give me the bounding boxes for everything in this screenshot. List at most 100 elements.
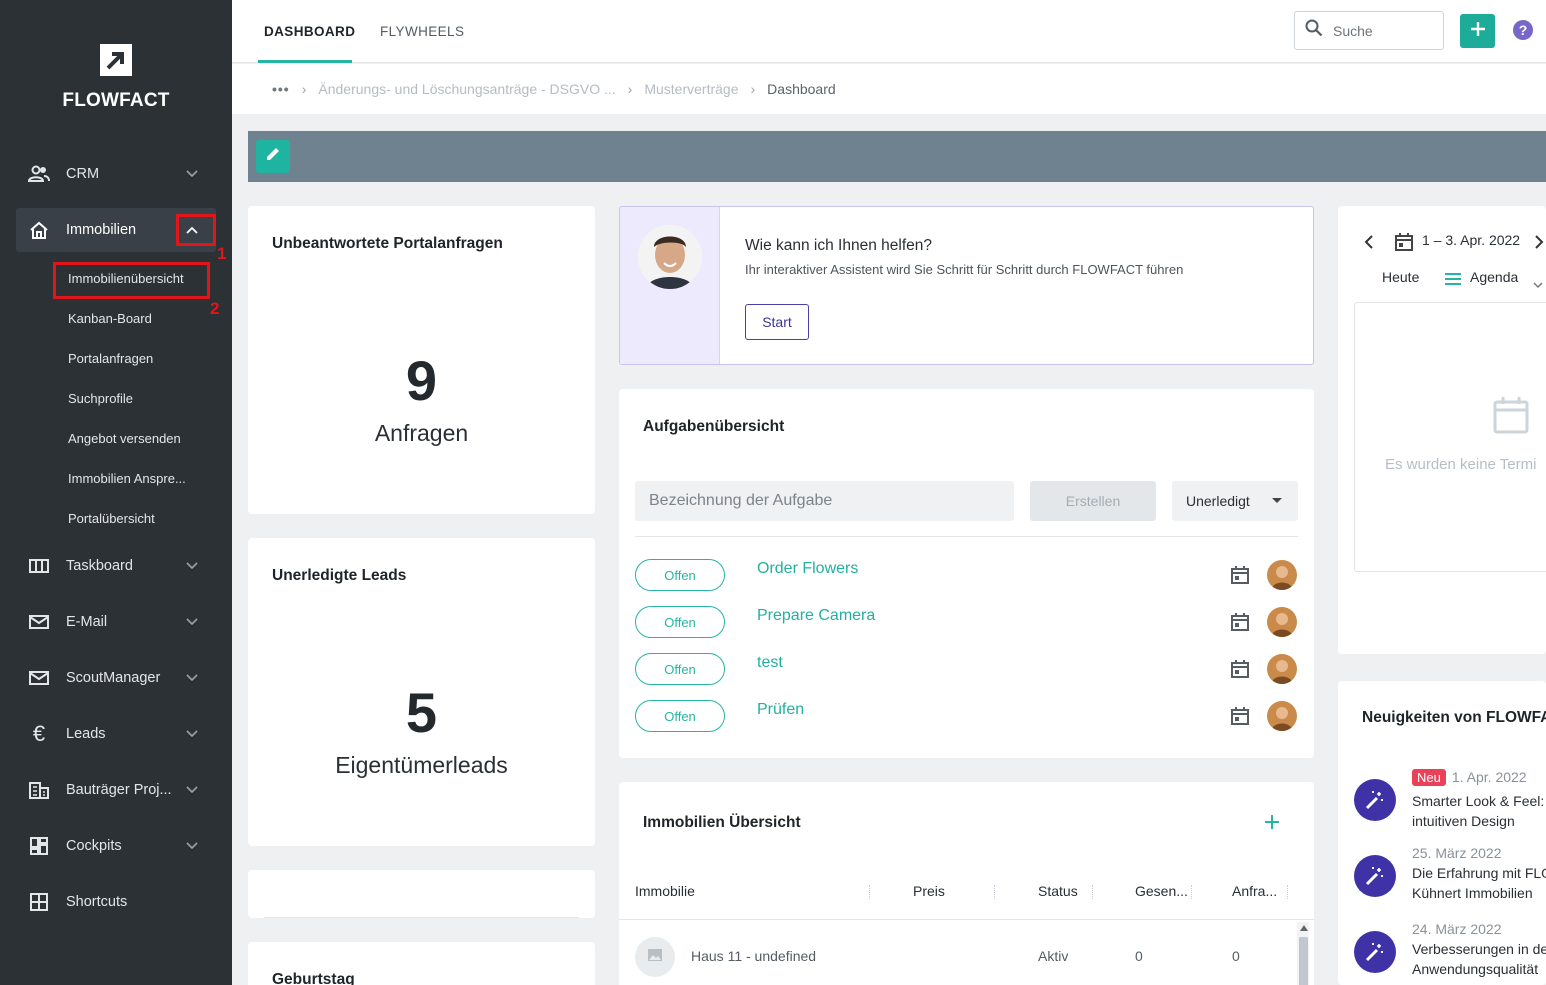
column-resize-handle[interactable] — [1092, 885, 1093, 899]
sidebar-item-shortcuts[interactable]: Shortcuts — [16, 880, 216, 924]
chevron-down-icon[interactable] — [182, 836, 202, 856]
chevron-down-icon[interactable] — [182, 556, 202, 576]
sidebar-item-cockpits[interactable]: Cockpits — [16, 824, 216, 868]
annotation-number-2: 2 — [210, 299, 220, 318]
task-row[interactable]: Offen Prepare Camera — [619, 606, 1314, 640]
property-name[interactable]: Haus 11 - undefined — [691, 948, 816, 964]
column-header-gesendet[interactable]: Gesen... — [1135, 883, 1188, 899]
sidebar-item-label: ScoutManager — [66, 670, 161, 686]
task-row[interactable]: Offen Order Flowers — [619, 559, 1314, 593]
task-name-input[interactable]: Bezeichnung der Aufgabe — [635, 481, 1014, 521]
news-item[interactable]: 25. März 2022 Die Erfahrung mit FLO Kühn… — [1338, 845, 1546, 915]
sidebar-item-label: CRM — [66, 166, 100, 182]
task-name[interactable]: Prüfen — [757, 701, 804, 719]
chevron-down-icon[interactable] — [182, 780, 202, 800]
calendar-icon[interactable] — [1230, 659, 1250, 684]
calendar-icon[interactable] — [1230, 706, 1250, 731]
today-button[interactable]: Heute — [1382, 269, 1419, 285]
portal-requests-card[interactable]: Unbeantwortete Portalanfragen 9 Anfragen — [248, 206, 595, 514]
assignee-avatar[interactable] — [1267, 560, 1297, 590]
property-sent: 0 — [1135, 948, 1143, 964]
properties-card: Immobilien Übersicht Immobilie Preis Sta… — [619, 782, 1314, 985]
news-date-line: Neu 1. Apr. 2022 — [1412, 769, 1527, 786]
edit-button[interactable] — [256, 140, 290, 173]
search-input[interactable] — [1333, 22, 1429, 39]
logo-arrow-icon — [100, 44, 132, 76]
search-box[interactable] — [1294, 11, 1444, 50]
calendar-icon[interactable] — [1230, 612, 1250, 637]
chevron-left-icon[interactable] — [1364, 235, 1374, 254]
breadcrumb-more[interactable]: ••• — [272, 81, 290, 97]
column-header-preis[interactable]: Preis — [913, 883, 945, 899]
tab-dashboard[interactable]: DASHBOARD — [264, 24, 355, 39]
leads-count: 5 — [405, 681, 438, 744]
chevron-down-icon[interactable] — [182, 164, 202, 184]
task-row[interactable]: Offen Prüfen — [619, 700, 1314, 734]
create-task-button[interactable]: Erstellen — [1030, 481, 1156, 521]
task-status-pill[interactable]: Offen — [635, 559, 725, 591]
chevron-right-icon[interactable] — [1534, 235, 1544, 254]
add-button[interactable] — [1460, 14, 1495, 48]
breadcrumb-item[interactable]: Änderungs- und Löschungsanträge - DSGVO … — [318, 81, 615, 97]
dashboard-header-band — [248, 131, 1546, 182]
chevron-down-icon[interactable] — [1533, 276, 1543, 294]
tab-flywheels[interactable]: FLYWHEELS — [380, 24, 464, 39]
sidebar-item-label: Immobilien — [66, 222, 137, 238]
column-header-anfragen[interactable]: Anfra... — [1232, 883, 1277, 899]
add-property-icon[interactable] — [1264, 814, 1280, 835]
sidebar-item-email[interactable]: E-Mail — [16, 600, 216, 644]
chevron-down-icon[interactable] — [182, 668, 202, 688]
people-icon — [28, 163, 50, 185]
task-name[interactable]: Prepare Camera — [757, 607, 875, 625]
sidebar-item-label: Shortcuts — [66, 894, 128, 910]
assignee-avatar[interactable] — [1267, 607, 1297, 637]
sidebar-subitem-angebot[interactable]: Angebot versenden — [68, 431, 181, 446]
table-scrollbar-thumb[interactable] — [1299, 937, 1308, 985]
assignee-avatar[interactable] — [1267, 701, 1297, 731]
column-header-immobilie[interactable]: Immobilie — [635, 883, 695, 899]
sidebar-item-leads[interactable]: € Leads — [16, 712, 216, 756]
task-name[interactable]: test — [757, 654, 783, 672]
column-resize-handle[interactable] — [869, 885, 870, 899]
sidebar-subitem-portalanfragen[interactable]: Portalanfragen — [68, 351, 153, 366]
active-tab-indicator — [258, 60, 352, 63]
sidebar-subitem-kanban[interactable]: Kanban-Board — [68, 311, 152, 326]
scroll-up-arrow-icon[interactable] — [1300, 925, 1308, 931]
sidebar-subitem-portaluebersicht[interactable]: Portalübersicht — [68, 511, 155, 526]
help-button[interactable]: ? — [1513, 20, 1533, 40]
chevron-down-icon[interactable] — [182, 724, 202, 744]
card-title: Unbeantwortete Portalanfragen — [272, 235, 503, 252]
breadcrumb-item[interactable]: Musterverträge — [644, 81, 738, 97]
sidebar-item-label: Cockpits — [66, 838, 122, 854]
news-item[interactable]: Neu 1. Apr. 2022 Smarter Look & Feel: int… — [1338, 769, 1546, 839]
column-resize-handle[interactable] — [1287, 885, 1288, 899]
card-title: Geburtstag — [272, 971, 355, 985]
task-status-pill[interactable]: Offen — [635, 653, 725, 685]
start-button[interactable]: Start — [745, 304, 809, 340]
calendar-icon[interactable] — [1230, 565, 1250, 590]
task-row[interactable]: Offen test — [619, 653, 1314, 687]
task-name[interactable]: Order Flowers — [757, 560, 858, 578]
sidebar-item-scoutmanager[interactable]: ScoutManager — [16, 656, 216, 700]
task-filter-select[interactable]: Unerledigt — [1172, 481, 1298, 521]
calendar-date-range[interactable]: 1 – 3. Apr. 2022 — [1422, 232, 1520, 248]
calendar-icon[interactable] — [1394, 232, 1414, 257]
leads-card[interactable]: Unerledigte Leads 5 Eigentümerleads — [248, 538, 595, 846]
calendar-view-select[interactable]: Agenda — [1470, 269, 1518, 285]
assignee-avatar[interactable] — [1267, 654, 1297, 684]
chevron-down-icon[interactable] — [182, 612, 202, 632]
column-resize-handle[interactable] — [1191, 885, 1192, 899]
column-header-status[interactable]: Status — [1038, 883, 1078, 899]
sidebar-item-taskboard[interactable]: Taskboard — [16, 544, 216, 588]
pencil-icon — [264, 145, 282, 168]
sidebar-subitem-suchprofile[interactable]: Suchprofile — [68, 391, 133, 406]
sidebar-item-crm[interactable]: CRM — [16, 152, 216, 196]
logo[interactable]: FLOWFACT — [0, 44, 232, 112]
task-status-pill[interactable]: Offen — [635, 700, 725, 732]
sidebar-item-bautraeger[interactable]: Bauträger Proj... — [16, 768, 216, 812]
sidebar-subitem-ansprechpartner[interactable]: Immobilien Anspre... — [68, 471, 186, 486]
news-item[interactable]: 24. März 2022 Verbesserungen in de Anwen… — [1338, 921, 1546, 985]
euro-icon: € — [32, 721, 46, 746]
column-resize-handle[interactable] — [994, 885, 995, 899]
task-status-pill[interactable]: Offen — [635, 606, 725, 638]
